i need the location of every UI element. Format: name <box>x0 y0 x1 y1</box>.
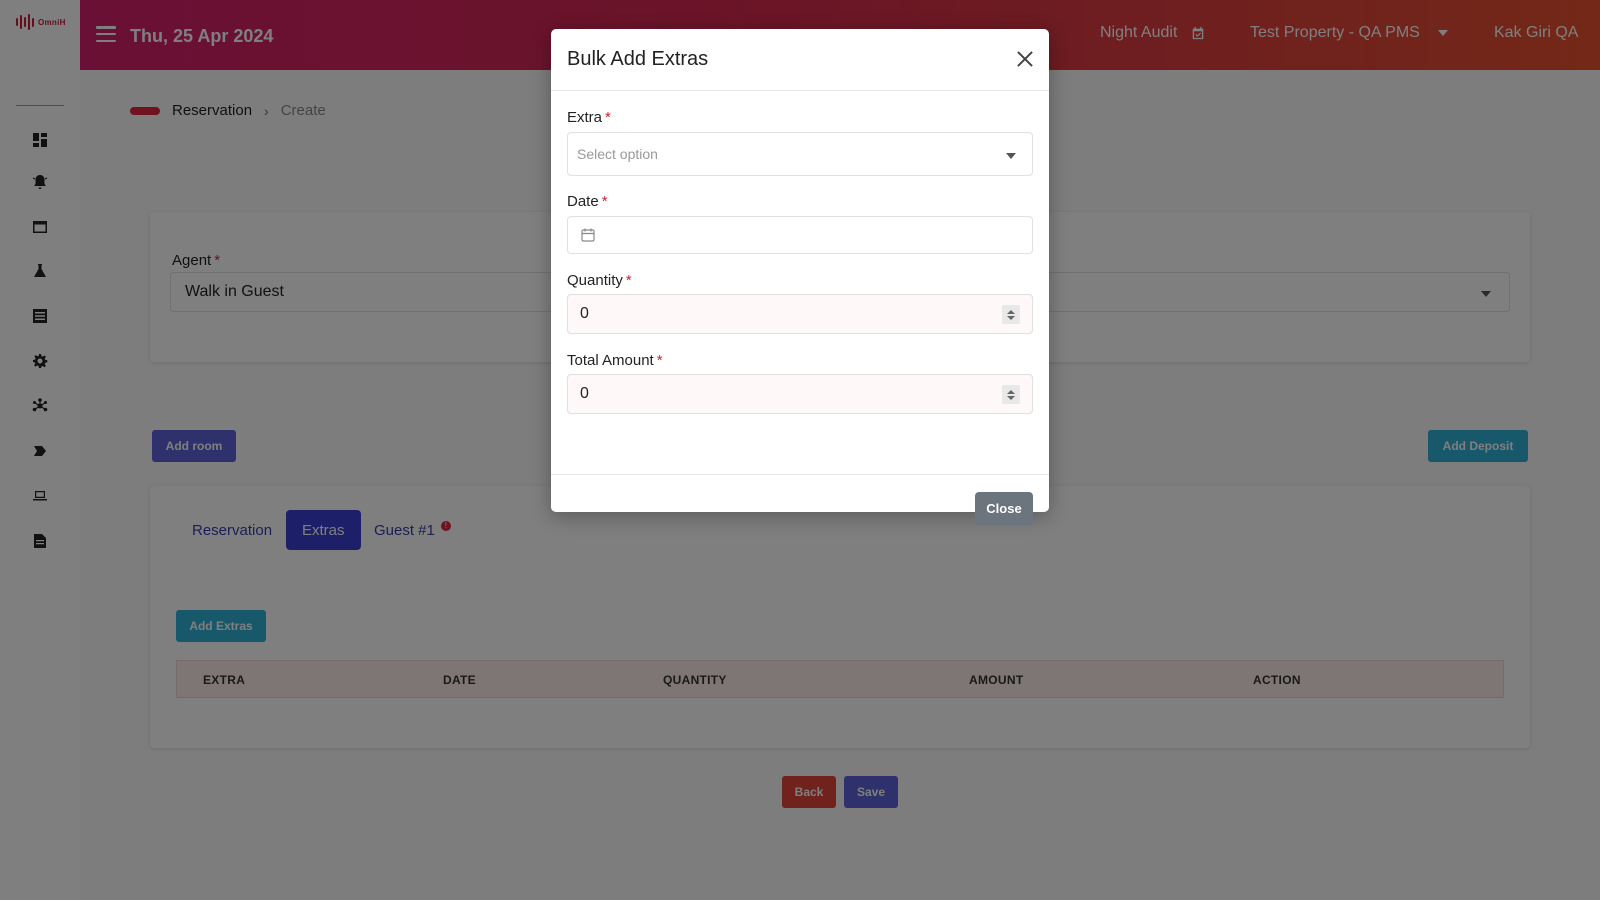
modal-header: Bulk Add Extras <box>551 29 1049 91</box>
extra-placeholder: Select option <box>577 146 658 162</box>
bulk-add-extras-modal: Bulk Add Extras Extra * Select option Dat… <box>551 29 1049 525</box>
date-label: Date * <box>567 193 608 210</box>
calendar-icon <box>581 228 595 242</box>
close-button[interactable]: Close <box>975 492 1033 525</box>
total-amount-label: Total Amount * <box>567 352 663 369</box>
chevron-down-icon <box>1006 153 1016 159</box>
close-icon[interactable] <box>1015 49 1035 69</box>
total-amount-stepper[interactable] <box>1002 385 1020 404</box>
modal-title: Bulk Add Extras <box>567 48 709 70</box>
modal-footer-divider <box>551 474 1049 475</box>
quantity-value: 0 <box>580 305 589 322</box>
quantity-stepper[interactable] <box>1002 305 1020 324</box>
extra-label: Extra * <box>567 109 611 126</box>
quantity-input[interactable]: 0 <box>567 294 1033 334</box>
extra-select[interactable]: Select option <box>567 132 1033 176</box>
total-amount-input[interactable]: 0 <box>567 374 1033 414</box>
total-amount-value: 0 <box>580 385 589 402</box>
quantity-label: Quantity * <box>567 272 632 289</box>
date-input[interactable] <box>567 216 1033 254</box>
